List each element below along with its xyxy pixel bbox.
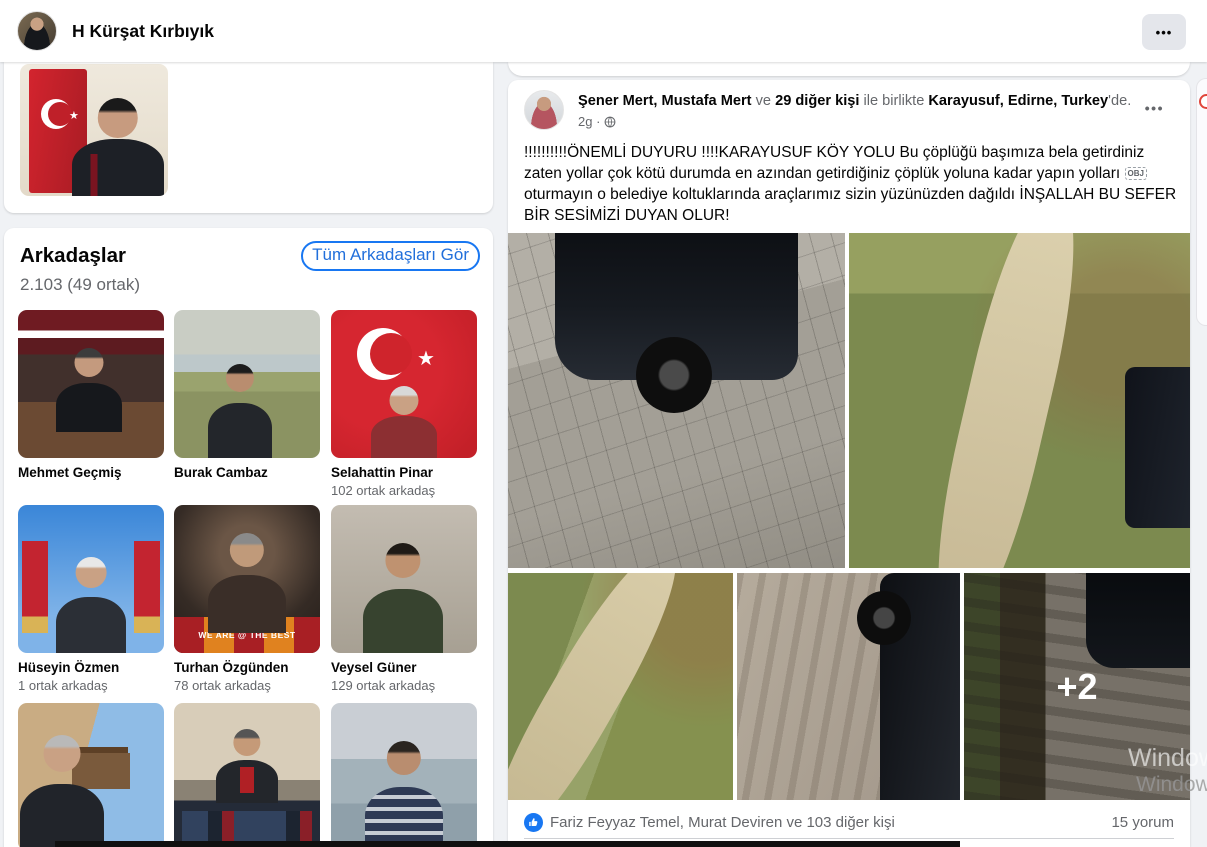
see-all-friends-link[interactable]: Tüm Arkadaşları Gör [301, 241, 480, 271]
post-photo-grid: +2 [508, 233, 1190, 800]
friend-mutual: 1 ortak arkadaş [18, 678, 164, 693]
friend-name[interactable]: Mehmet Geçmiş [18, 465, 164, 480]
friend-photo-lake[interactable] [174, 310, 320, 458]
person-graphic [72, 98, 164, 196]
crescent-graphic [41, 99, 71, 129]
globe-icon [604, 116, 616, 128]
like-icon [524, 813, 543, 832]
star-graphic: ★ [417, 346, 435, 371]
profile-flag-photo[interactable]: ★ [20, 64, 168, 196]
windows-watermark-line1: Windows [1128, 744, 1207, 773]
post-meta: 2g · [578, 114, 616, 129]
post-timestamp[interactable]: 2g · [578, 114, 600, 129]
previous-card-bottom [508, 62, 1190, 76]
wheel-graphic [636, 337, 712, 413]
friend-tile: WE ARE @ THE BEST Turhan Özgünden 78 ort… [174, 505, 320, 693]
car-graphic [1125, 367, 1190, 528]
friend-tile: ★ Selahattin Pinar 102 ortak arkadaş [331, 310, 477, 498]
person-graphic [365, 741, 443, 847]
profile-avatar[interactable] [17, 11, 57, 51]
reactions-summary[interactable]: Fariz Feyyaz Temel, Murat Deviren ve 103… [550, 814, 1111, 831]
wheel-graphic [857, 591, 911, 645]
friend-mutual: 129 ortak arkadaş [331, 678, 477, 693]
post-body-text: !!!!!!!!!!ÖNEMLİ DUYURU !!!!KARAYUSUF KÖ… [524, 142, 1180, 226]
friend-photo-office-desk[interactable] [174, 703, 320, 847]
books-graphic [182, 811, 312, 845]
friend-tile [18, 703, 164, 847]
friend-tile [331, 703, 477, 847]
post-tagged-others[interactable]: 29 diğer kişi [775, 93, 859, 109]
person-graphic [20, 735, 104, 847]
friend-tile [174, 703, 320, 847]
friend-photo-flags-sky[interactable] [18, 505, 164, 653]
post-photo-country-road[interactable] [508, 573, 733, 800]
post-author-avatar[interactable] [524, 90, 564, 130]
friend-photo-seaside[interactable] [331, 703, 477, 847]
post-location-link[interactable]: Karayusuf, Edirne, Turkey [928, 93, 1108, 109]
windows-watermark-line2: Windows [1136, 773, 1207, 797]
comments-count[interactable]: 15 yorum [1111, 814, 1174, 831]
friend-name[interactable]: Burak Cambaz [174, 465, 320, 480]
divider [524, 838, 1174, 839]
friends-count: 2.103 (49 ortak) [20, 275, 140, 295]
flag-graphic [22, 541, 48, 633]
road-graphic [508, 573, 697, 800]
road-graphic [917, 233, 1095, 568]
clipped-side-panel [1196, 78, 1207, 326]
person-graphic [371, 386, 437, 458]
person-graphic [363, 543, 443, 653]
friends-title: Arkadaşlar [20, 244, 126, 268]
friend-tile: Mehmet Geçmiş [18, 310, 164, 483]
post-photo-cracked-road-car[interactable] [508, 233, 845, 568]
friend-name[interactable]: Hüseyin Özmen [18, 660, 164, 675]
post-card: Şener Mert, Mustafa Mert ve 29 diğer kiş… [508, 80, 1190, 847]
friend-mutual: 78 ortak arkadaş [174, 678, 320, 693]
post-author-names[interactable]: Şener Mert, Mustafa Mert [578, 93, 752, 109]
person-graphic [56, 348, 122, 432]
friend-tile: Veysel Güner 129 ortak arkadaş [331, 505, 477, 693]
person-graphic [208, 533, 286, 633]
post-footer: Fariz Feyyaz Temel, Murat Deviren ve 103… [524, 806, 1174, 838]
friend-mutual: 102 ortak arkadaş [331, 483, 477, 498]
red-scarf-graphic [240, 767, 254, 793]
friend-name[interactable]: Selahattin Pinar [331, 465, 477, 480]
post-photo-gravel-road-fields[interactable] [849, 233, 1190, 568]
crescent-graphic [357, 328, 409, 380]
friend-photo-scarf[interactable]: WE ARE @ THE BEST [174, 505, 320, 653]
friend-name[interactable]: Veysel Güner [331, 660, 477, 675]
friend-photo-hillside[interactable] [18, 703, 164, 847]
background-window-edge [55, 841, 960, 847]
post-more-button[interactable]: ••• [1139, 96, 1170, 120]
ellipsis-icon: ••• [1156, 25, 1173, 40]
friend-tile: Hüseyin Özmen 1 ortak arkadaş [18, 505, 164, 693]
tie-graphic [91, 154, 98, 196]
friends-card: Arkadaşlar 2.103 (49 ortak) Tüm Arkadaşl… [4, 228, 493, 847]
page-header: H Kürşat Kırbıyık ••• [0, 0, 1207, 62]
friend-tile: Burak Cambaz [174, 310, 320, 483]
person-graphic [56, 557, 126, 653]
page-title: H Kürşat Kırbıyık [72, 0, 214, 62]
friend-photo-phone[interactable] [331, 505, 477, 653]
missing-glyph-box: OBJ [1125, 167, 1147, 180]
page-more-button[interactable]: ••• [1142, 14, 1186, 50]
person-graphic [208, 364, 272, 458]
post-photo-muddy-road-car[interactable] [737, 573, 960, 800]
flag-graphic [134, 541, 160, 633]
friend-photo-turkish-flag[interactable]: ★ [331, 310, 477, 458]
photos-card: ★ [4, 62, 493, 213]
post-header-text: Şener Mert, Mustafa Mert ve 29 diğer kiş… [578, 93, 1163, 109]
ellipsis-icon: ••• [1145, 100, 1164, 116]
clipped-red-icon [1199, 94, 1207, 109]
friend-name[interactable]: Turhan Özgünden [174, 660, 320, 675]
more-photos-count: +2 [1056, 666, 1097, 708]
facebook-profile-page: H Kürşat Kırbıyık ••• ★ Arkadaşlar 2.103… [0, 0, 1207, 847]
friend-photo-podium[interactable] [18, 310, 164, 458]
